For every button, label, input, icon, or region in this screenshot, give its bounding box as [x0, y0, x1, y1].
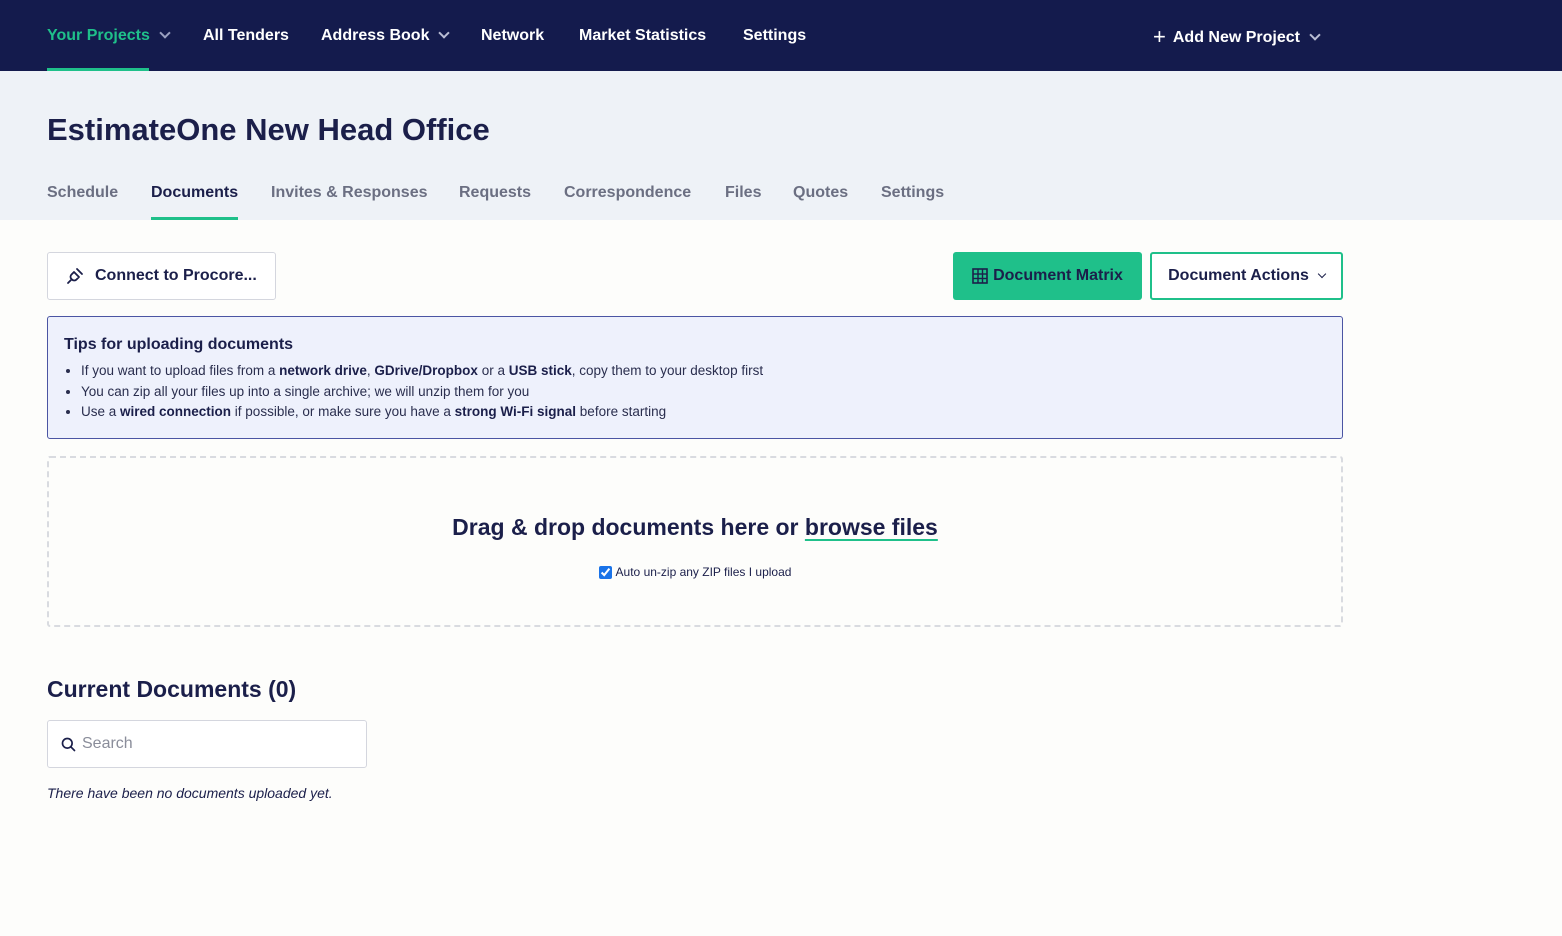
plug-icon: [67, 268, 83, 284]
tip-item: Use a wired connection if possible, or m…: [81, 402, 1326, 423]
tips-title: Tips for uploading documents: [64, 336, 294, 353]
search-input[interactable]: [82, 735, 352, 753]
tip-emphasis: USB stick: [508, 363, 572, 378]
nav-address-book-label: Address Book: [321, 26, 430, 44]
nav-all-tenders-label: All Tenders: [203, 26, 289, 44]
chevron-down-icon: [159, 27, 171, 39]
auto-unzip-label: Auto un-zip any ZIP files I upload: [615, 565, 792, 579]
nav-network-label: Network: [481, 26, 545, 44]
plus-icon: +: [1153, 23, 1166, 49]
tip-emphasis: wired connection: [120, 404, 232, 419]
dropzone-prompt: Drag & drop documents here or: [452, 514, 805, 540]
nav-address-book[interactable]: Address Book: [321, 0, 451, 71]
tip-emphasis: strong Wi-Fi signal: [454, 404, 577, 419]
project-header: EstimateOne New Head Office Schedule Doc…: [0, 71, 1562, 220]
tab-files[interactable]: Files: [725, 179, 761, 220]
chevron-down-icon: [1317, 269, 1327, 279]
chevron-down-icon: [438, 27, 451, 39]
document-search[interactable]: [47, 720, 367, 768]
current-documents-heading: Current Documents (0): [47, 676, 297, 702]
document-actions-label: Document Actions: [1168, 267, 1309, 284]
nav-your-projects-label: Your Projects: [47, 26, 150, 44]
tip-emphasis: network drive: [279, 363, 367, 378]
tab-requests[interactable]: Requests: [459, 179, 531, 220]
add-new-project-label: Add New Project: [1172, 28, 1300, 46]
auto-unzip-option[interactable]: Auto un-zip any ZIP files I upload: [49, 565, 1341, 579]
document-actions-button[interactable]: Document Actions: [1150, 252, 1343, 300]
tab-correspondence[interactable]: Correspondence: [564, 179, 691, 220]
browse-files-link[interactable]: browse files: [805, 514, 938, 540]
connect-to-procore-button[interactable]: Connect to Procore...: [47, 252, 276, 300]
dropzone-text: Drag & drop documents here or browse fil…: [49, 514, 1341, 541]
document-dropzone[interactable]: Drag & drop documents here or browse fil…: [47, 456, 1343, 627]
no-documents-message: There have been no documents uploaded ye…: [47, 785, 333, 801]
tip-text: If you want to upload files from a: [81, 363, 280, 378]
nav-settings[interactable]: Settings: [743, 0, 806, 71]
tip-emphasis: GDrive/Dropbox: [374, 363, 478, 378]
tab-schedule[interactable]: Schedule: [47, 179, 118, 220]
tip-item: If you want to upload files from a netwo…: [81, 361, 1326, 382]
connect-to-procore-label: Connect to Procore...: [95, 267, 257, 284]
tips-list: If you want to upload files from a netwo…: [64, 361, 1326, 423]
nav-your-projects[interactable]: Your Projects: [47, 0, 171, 71]
tip-text: before starting: [576, 404, 667, 419]
tab-invites-responses[interactable]: Invites & Responses: [271, 179, 428, 220]
nav-all-tenders[interactable]: All Tenders: [203, 0, 289, 71]
auto-unzip-checkbox[interactable]: [598, 565, 612, 579]
add-new-project-button[interactable]: + Add New Project: [1153, 2, 1321, 73]
tab-settings[interactable]: Settings: [881, 179, 944, 220]
nav-market-statistics[interactable]: Market Statistics: [579, 0, 706, 71]
document-matrix-button[interactable]: Document Matrix: [953, 252, 1142, 300]
tip-item: You can zip all your files up into a sin…: [81, 382, 1326, 403]
search-icon: [61, 737, 76, 751]
tip-text: or a: [477, 363, 509, 378]
nav-settings-label: Settings: [743, 26, 807, 44]
tip-text: Use a: [81, 404, 121, 419]
chevron-down-icon: [1309, 29, 1321, 41]
nav-market-statistics-label: Market Statistics: [579, 26, 707, 44]
document-matrix-label: Document Matrix: [993, 267, 1123, 284]
tab-documents[interactable]: Documents: [151, 179, 239, 220]
nav-network[interactable]: Network: [481, 0, 544, 71]
tab-quotes[interactable]: Quotes: [793, 179, 848, 220]
grid-icon: [972, 268, 988, 284]
upload-tips-box: Tips for uploading documents If you want…: [47, 316, 1343, 439]
tip-text: if possible, or make sure you have a: [231, 404, 455, 419]
top-navigation: Your Projects All Tenders Address Book N…: [0, 0, 1562, 71]
tip-text: , copy them to your desktop first: [571, 363, 764, 378]
page-title: EstimateOne New Head Office: [47, 112, 490, 147]
